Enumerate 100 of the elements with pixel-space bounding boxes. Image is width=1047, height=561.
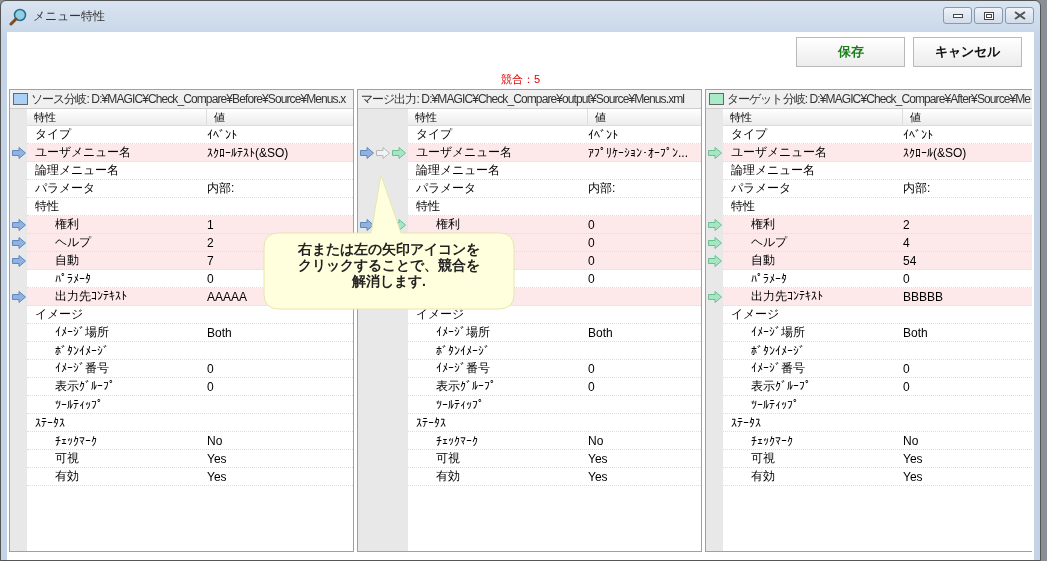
conflict-row[interactable]: 権利 0 xyxy=(408,216,701,234)
property-row[interactable]: イメージ xyxy=(723,306,1032,324)
arrow-right-icon[interactable] xyxy=(12,237,26,249)
property-name: イメージ xyxy=(415,306,465,323)
arrow-right-icon[interactable] xyxy=(708,147,722,159)
property-row[interactable]: 可視 Yes xyxy=(408,450,701,468)
property-name: ﾂｰﾙﾃｨｯﾌﾟ xyxy=(750,397,800,412)
property-name: 権利 xyxy=(435,216,461,233)
minimize-button[interactable] xyxy=(943,7,972,24)
property-name: パラメータ xyxy=(34,180,96,197)
save-button[interactable]: 保存 xyxy=(796,37,905,67)
arrow-right-icon[interactable] xyxy=(376,147,390,159)
property-name: 有効 xyxy=(750,468,776,485)
property-name: 有効 xyxy=(435,468,461,485)
property-value: 2 xyxy=(207,235,214,250)
arrow-right-icon[interactable] xyxy=(12,255,26,267)
property-row[interactable]: 可視 Yes xyxy=(723,450,1032,468)
property-name: ﾊﾟﾗﾒｰﾀ xyxy=(54,271,92,286)
property-row[interactable]: 表示ｸﾞﾙｰﾌﾟ 0 xyxy=(27,378,353,396)
property-row[interactable]: ｲﾒｰｼﾞ場所 Both xyxy=(27,324,353,342)
arrow-right-icon[interactable] xyxy=(708,237,722,249)
property-value: Yes xyxy=(903,451,923,466)
property-row[interactable]: ﾂｰﾙﾃｨｯﾌﾟ xyxy=(723,396,1032,414)
property-row[interactable]: 有効 Yes xyxy=(27,468,353,486)
conflict-row[interactable]: 権利 1 xyxy=(27,216,353,234)
property-value: 0 xyxy=(207,379,214,394)
arrow-right-icon[interactable] xyxy=(360,147,374,159)
property-name: 論理メニュー名 xyxy=(34,162,120,179)
conflict-row[interactable]: ヘルプ 4 xyxy=(723,234,1032,252)
property-row[interactable]: 論理メニュー名 xyxy=(723,162,1032,180)
property-name: 有効 xyxy=(54,468,80,485)
property-row[interactable]: ﾁｪｯｸﾏｰｸ No xyxy=(408,432,701,450)
property-name: ｲﾒｰｼﾞ場所 xyxy=(750,324,806,341)
property-name: 権利 xyxy=(750,216,776,233)
arrow-right-icon[interactable] xyxy=(392,147,406,159)
cancel-button[interactable]: キャンセル xyxy=(913,37,1022,67)
column-heading[interactable]: 値 xyxy=(588,109,606,125)
property-row[interactable]: 有効 Yes xyxy=(408,468,701,486)
property-row[interactable]: ﾎﾞﾀﾝｲﾒｰｼﾞ xyxy=(723,342,1032,360)
panel-title: マージ出力: D:¥MAGIC¥Check_Compare¥output¥Source¥Menus.xml xyxy=(361,90,685,108)
property-row[interactable]: ｲﾒｰｼﾞ番号 0 xyxy=(27,360,353,378)
property-row[interactable]: ﾁｪｯｸﾏｰｸ No xyxy=(27,432,353,450)
property-row[interactable]: ｲﾒｰｼﾞ番号 0 xyxy=(723,360,1032,378)
conflict-row[interactable]: 自動 54 xyxy=(723,252,1032,270)
property-row[interactable]: 表示ｸﾞﾙｰﾌﾟ 0 xyxy=(408,378,701,396)
property-row[interactable]: ｲﾒｰｼﾞ場所 Both xyxy=(723,324,1032,342)
property-name: ﾁｪｯｸﾏｰｸ xyxy=(435,433,479,448)
column-heading[interactable]: 特性 xyxy=(723,109,903,125)
arrow-right-icon[interactable] xyxy=(708,255,722,267)
property-row[interactable]: ｲﾒｰｼﾞ番号 0 xyxy=(408,360,701,378)
column-heading[interactable]: 値 xyxy=(903,109,921,125)
property-row[interactable]: ｽﾃｰﾀｽ xyxy=(27,414,353,432)
property-row[interactable]: 可視 Yes xyxy=(27,450,353,468)
property-row[interactable]: ﾎﾞﾀﾝｲﾒｰｼﾞ xyxy=(27,342,353,360)
column-heading[interactable]: 値 xyxy=(207,109,225,125)
property-row[interactable]: ｲﾒｰｼﾞ場所 Both xyxy=(408,324,701,342)
property-value: Yes xyxy=(903,469,923,484)
property-row[interactable]: 論理メニュー名 xyxy=(408,162,701,180)
arrow-right-icon[interactable] xyxy=(708,219,722,231)
column-heading[interactable]: 特性 xyxy=(408,109,588,125)
property-row[interactable]: 有効 Yes xyxy=(723,468,1032,486)
property-row[interactable]: 論理メニュー名 xyxy=(27,162,353,180)
property-value: ｱﾌﾟﾘｹｰｼｮﾝ･ｵｰﾌﾟﾝ... xyxy=(588,145,688,160)
conflict-row[interactable]: 出力先ｺﾝﾃｷｽﾄ BBBBB xyxy=(723,288,1032,306)
property-row[interactable]: 表示ｸﾞﾙｰﾌﾟ 0 xyxy=(723,378,1032,396)
property-value: 内部: xyxy=(903,180,931,197)
property-row[interactable]: ﾂｰﾙﾃｨｯﾌﾟ xyxy=(27,396,353,414)
property-row[interactable]: パラメータ 内部: xyxy=(408,180,701,198)
property-row[interactable]: パラメータ 内部: xyxy=(723,180,1032,198)
maximize-button[interactable] xyxy=(974,7,1003,24)
property-value: 0 xyxy=(588,271,595,286)
column-heading[interactable]: 特性 xyxy=(27,109,207,125)
property-name: 可視 xyxy=(750,450,776,467)
property-row[interactable]: ｽﾃｰﾀｽ xyxy=(408,414,701,432)
arrow-right-icon[interactable] xyxy=(708,291,722,303)
conflict-row[interactable]: ユーザメニュー名 ｽｸﾛｰﾙ(&SO) xyxy=(723,144,1032,162)
property-row[interactable]: ｽﾃｰﾀｽ xyxy=(723,414,1032,432)
close-button[interactable] xyxy=(1005,7,1034,24)
property-name: ｲﾒｰｼﾞ番号 xyxy=(435,360,491,377)
arrow-right-icon[interactable] xyxy=(12,147,26,159)
arrow-right-icon[interactable] xyxy=(12,219,26,231)
property-value: Yes xyxy=(207,451,227,466)
conflict-row[interactable]: ユーザメニュー名 ｽｸﾛｰﾙﾃｽﾄ(&SO) xyxy=(27,144,353,162)
property-name: 特性 xyxy=(34,198,60,215)
property-name: 論理メニュー名 xyxy=(415,162,501,179)
arrow-right-icon[interactable] xyxy=(12,291,26,303)
property-name: ﾎﾞﾀﾝｲﾒｰｼﾞ xyxy=(54,343,110,358)
conflict-row[interactable]: ユーザメニュー名 ｱﾌﾟﾘｹｰｼｮﾝ･ｵｰﾌﾟﾝ... xyxy=(408,144,701,162)
property-value: ｲﾍﾞﾝﾄ xyxy=(588,127,618,142)
property-row[interactable]: ﾂｰﾙﾃｨｯﾌﾟ xyxy=(408,396,701,414)
arrow-right-icon[interactable] xyxy=(360,219,374,231)
property-row[interactable]: ﾎﾞﾀﾝｲﾒｰｼﾞ xyxy=(408,342,701,360)
property-value: 内部: xyxy=(588,180,616,197)
property-value: 7 xyxy=(207,253,214,268)
property-name: ユーザメニュー名 xyxy=(730,144,828,161)
property-row[interactable]: パラメータ 内部: xyxy=(27,180,353,198)
conflict-row[interactable]: 権利 2 xyxy=(723,216,1032,234)
property-value: BBBBB xyxy=(903,289,944,304)
property-value: 0 xyxy=(588,217,595,232)
property-row[interactable]: ﾁｪｯｸﾏｰｸ No xyxy=(723,432,1032,450)
